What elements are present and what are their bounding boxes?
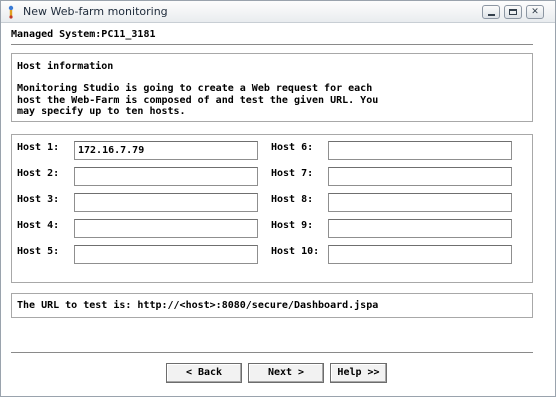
host-9-label: Host 9: — [271, 220, 314, 231]
back-button[interactable]: < Back — [166, 363, 242, 383]
host-4-input[interactable] — [74, 219, 258, 238]
header-divider — [11, 44, 533, 45]
dialog-window: New Web-farm monitoring ✕ Managed System… — [0, 0, 556, 397]
footer-divider — [11, 352, 533, 353]
host-3-input[interactable] — [74, 193, 258, 212]
host-3-label: Host 3: — [17, 194, 60, 205]
host-7-label: Host 7: — [271, 168, 314, 179]
url-panel: The URL to test is: http://<host>:8080/s… — [11, 293, 533, 318]
app-icon — [8, 5, 14, 19]
host-10-input[interactable] — [328, 245, 512, 264]
maximize-button[interactable] — [504, 5, 522, 19]
host-6-input[interactable] — [328, 141, 512, 160]
host-10-label: Host 10: — [271, 246, 320, 257]
host-1-label: Host 1: — [17, 142, 60, 153]
host-5-input[interactable] — [74, 245, 258, 264]
managed-system-label: Managed System:PC11_3181 — [11, 29, 156, 40]
url-to-test: The URL to test is: http://<host>:8080/s… — [17, 300, 379, 311]
host-9-input[interactable] — [328, 219, 512, 238]
close-icon: ✕ — [531, 7, 539, 17]
help-button[interactable]: Help >> — [330, 363, 387, 383]
host-5-label: Host 5: — [17, 246, 60, 257]
host-6-label: Host 6: — [271, 142, 314, 153]
maximize-icon — [509, 9, 517, 15]
host-information-panel: Host information Monitoring Studio is go… — [11, 53, 533, 122]
host-8-label: Host 8: — [271, 194, 314, 205]
minimize-button[interactable] — [482, 5, 500, 19]
host-4-label: Host 4: — [17, 220, 60, 231]
host-8-input[interactable] — [328, 193, 512, 212]
title-bar[interactable]: New Web-farm monitoring ✕ — [1, 1, 555, 23]
minimize-icon — [487, 13, 495, 16]
host-2-label: Host 2: — [17, 168, 60, 179]
host-7-input[interactable] — [328, 167, 512, 186]
info-description: Monitoring Studio is going to create a W… — [17, 83, 379, 117]
window-title: New Web-farm monitoring — [23, 5, 168, 18]
host-1-input[interactable]: 172.16.7.79 — [74, 141, 258, 160]
close-button[interactable]: ✕ — [526, 5, 544, 19]
host-2-input[interactable] — [74, 167, 258, 186]
hosts-panel: Host 1: 172.16.7.79 Host 2: Host 3: Host… — [11, 134, 533, 283]
next-button[interactable]: Next > — [248, 363, 324, 383]
info-heading: Host information — [17, 61, 114, 72]
